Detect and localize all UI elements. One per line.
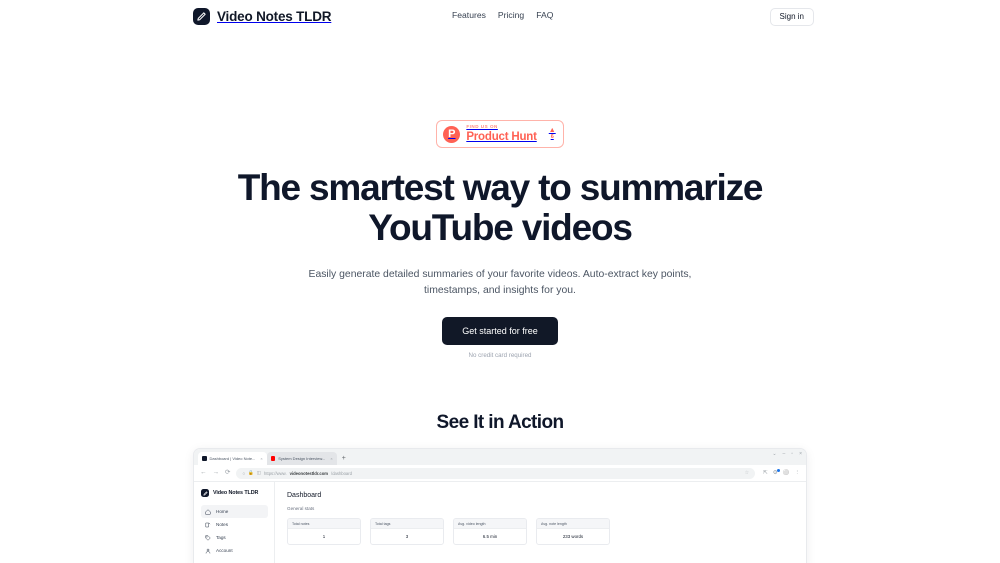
home-icon bbox=[205, 509, 211, 514]
app-favicon-icon bbox=[202, 456, 207, 461]
profile-icon[interactable]: ⚪ bbox=[783, 470, 790, 476]
sidebar-item-label: Home bbox=[216, 509, 229, 514]
brand-name: Video Notes TLDR bbox=[217, 9, 332, 24]
address-input[interactable]: ○ 🔒 ◫ https://www. videonotestldr.com/das… bbox=[236, 467, 756, 479]
product-hunt-text: FIND US ON Product Hunt bbox=[466, 123, 537, 143]
stats-grid: Total notes 1 Total tags 3 Avg. video le… bbox=[287, 518, 794, 545]
app-brand-name: Video Notes TLDR bbox=[213, 490, 259, 496]
stat-label: Avg. note length bbox=[537, 519, 609, 529]
nav-link-faq[interactable]: FAQ bbox=[536, 10, 553, 20]
caret-up-icon: ▲ bbox=[548, 126, 556, 134]
hero-title-line-1: The smartest way to summarize bbox=[237, 167, 764, 208]
nav-link-features[interactable]: Features bbox=[452, 10, 486, 20]
close-icon[interactable]: × bbox=[330, 456, 332, 461]
pencil-square-icon bbox=[193, 8, 210, 25]
star-icon[interactable]: ☆ bbox=[745, 470, 749, 476]
product-hunt-title: Product Hunt bbox=[466, 130, 537, 143]
hero-title-line-2: YouTube videos bbox=[368, 206, 633, 248]
youtube-favicon-icon bbox=[270, 456, 276, 461]
cta-note: No credit card required bbox=[468, 352, 532, 360]
stat-label: Total notes bbox=[288, 519, 360, 529]
browser-tab-dashboard[interactable]: Dashboard | Video Note... × bbox=[198, 452, 267, 465]
browser-mockup: Dashboard | Video Note... × System Desig… bbox=[193, 448, 807, 563]
stat-value: 6.5 min bbox=[482, 534, 498, 539]
get-started-button[interactable]: Get started for free bbox=[442, 317, 558, 346]
stat-value: 3 bbox=[405, 534, 409, 539]
browser-url-bar: ← → ⟳ ○ 🔒 ◫ https://www. videonotestldr.c… bbox=[194, 465, 806, 482]
sidebar-item-home[interactable]: Home bbox=[201, 505, 268, 518]
product-hunt-upvote[interactable]: ▲ 6 bbox=[543, 126, 556, 141]
forward-icon[interactable]: → bbox=[213, 469, 220, 477]
sidebar-item-label: Notes bbox=[216, 522, 229, 527]
tab-search-chevron-icon[interactable]: ⌄ bbox=[772, 451, 776, 458]
extensions-icon[interactable]: ⚙ bbox=[773, 469, 780, 476]
brand-logo[interactable]: Video Notes TLDR bbox=[193, 8, 332, 25]
window-controls: ⌄ – ▫ × bbox=[772, 451, 802, 458]
stat-value: 1 bbox=[322, 534, 326, 539]
browser-tab-youtube[interactable]: System Design Interview... × bbox=[266, 452, 337, 465]
browser-toolbar-icons: ⇱ ⚙ ⚪ ⋮ bbox=[761, 469, 801, 476]
stat-card-total-notes: Total notes 1 bbox=[287, 518, 361, 545]
hero-section: P FIND US ON Product Hunt ▲ 6 The smarte… bbox=[0, 120, 1000, 359]
back-icon[interactable]: ← bbox=[200, 469, 207, 477]
pencil-square-icon bbox=[201, 489, 209, 497]
url-prefix: https://www. bbox=[264, 470, 287, 476]
stat-value: 233 words bbox=[562, 534, 584, 539]
product-hunt-kicker: FIND US ON bbox=[466, 123, 498, 129]
dashboard-title: Dashboard bbox=[287, 492, 322, 499]
product-hunt-badge[interactable]: P FIND US ON Product Hunt ▲ 6 bbox=[436, 120, 564, 148]
stat-card-avg-note-length: Avg. note length 233 words bbox=[536, 518, 610, 545]
close-window-icon[interactable]: × bbox=[799, 451, 802, 458]
sidebar-item-label: Account bbox=[216, 548, 233, 553]
nav-link-pricing[interactable]: Pricing bbox=[498, 10, 524, 20]
stat-label: Total tags bbox=[371, 519, 443, 529]
stat-label: Avg. video length bbox=[454, 519, 526, 529]
app-main-content: Dashboard General stats Total notes 1 To… bbox=[275, 482, 806, 563]
url-domain: videonotestldr.com bbox=[289, 470, 329, 476]
tab-title: System Design Interview... bbox=[278, 456, 326, 461]
site-header: Video Notes TLDR Features Pricing FAQ Si… bbox=[0, 0, 1000, 33]
note-icon bbox=[205, 522, 211, 527]
general-stats-label: General stats bbox=[287, 506, 315, 511]
reload-icon[interactable]: ⟳ bbox=[225, 469, 230, 477]
minimize-icon[interactable]: – bbox=[783, 451, 786, 458]
upvote-count: 6 bbox=[550, 133, 554, 140]
stat-card-total-tags: Total tags 3 bbox=[370, 518, 444, 545]
sidebar-item-label: Tags bbox=[216, 535, 226, 540]
product-hunt-logo-icon: P bbox=[443, 125, 461, 143]
dashboard-app: Video Notes TLDR Home Notes Tags Account… bbox=[194, 482, 806, 563]
close-icon[interactable]: × bbox=[260, 456, 262, 461]
new-tab-button[interactable]: + bbox=[342, 452, 346, 465]
menu-icon[interactable]: ⋮ bbox=[795, 470, 801, 476]
tab-title: Dashboard | Video Note... bbox=[209, 456, 256, 461]
stat-card-avg-video-length: Avg. video length 6.5 min bbox=[453, 518, 527, 545]
app-brand-logo[interactable]: Video Notes TLDR bbox=[201, 489, 268, 497]
sidebar-item-notes[interactable]: Notes bbox=[201, 518, 268, 531]
tag-icon bbox=[205, 535, 211, 540]
user-icon bbox=[205, 548, 211, 553]
hero-subtitle: Easily generate detailed summaries of yo… bbox=[308, 268, 692, 297]
split-view-icon: ◫ bbox=[256, 470, 262, 475]
sidebar-item-tags[interactable]: Tags bbox=[201, 531, 268, 544]
app-sidebar: Video Notes TLDR Home Notes Tags Account bbox=[194, 482, 275, 563]
info-circle-icon: ○ bbox=[242, 470, 246, 476]
url-path: /dashboard bbox=[331, 470, 352, 476]
browser-tab-bar: Dashboard | Video Note... × System Desig… bbox=[194, 449, 806, 465]
page-title: The smartest way to summarize YouTube vi… bbox=[0, 168, 1000, 248]
sidebar-item-account[interactable]: Account bbox=[201, 544, 268, 557]
main-nav: Features Pricing FAQ bbox=[452, 10, 553, 20]
share-icon[interactable]: ⇱ bbox=[763, 470, 768, 476]
landing-page: Video Notes TLDR Features Pricing FAQ Si… bbox=[0, 0, 1000, 563]
sign-in-button[interactable]: Sign in bbox=[769, 8, 814, 26]
maximize-icon[interactable]: ▫ bbox=[791, 451, 793, 458]
section-title-see-it-in-action: See It in Action bbox=[436, 412, 565, 433]
lock-icon: 🔒 bbox=[248, 470, 254, 475]
